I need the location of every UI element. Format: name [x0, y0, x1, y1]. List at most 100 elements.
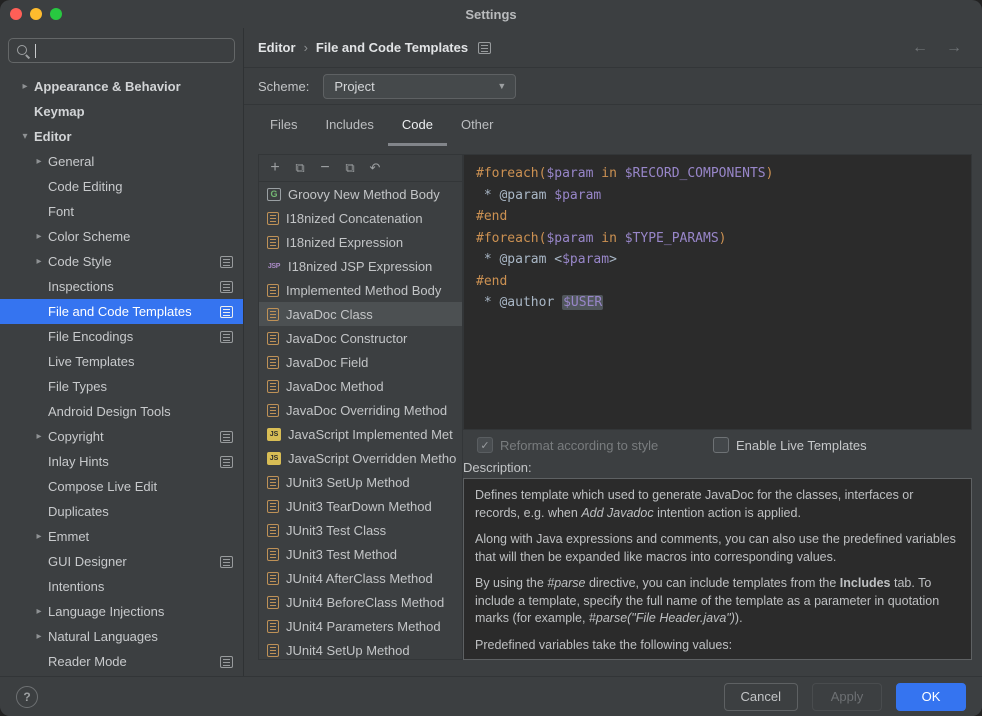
file-template-icon — [267, 476, 279, 489]
chevron-right-icon[interactable]: ▸ — [30, 231, 48, 242]
minimize-button[interactable] — [30, 8, 42, 20]
dialog-footer: ? Cancel Apply OK — [0, 676, 982, 716]
template-item-junit3-test-method[interactable]: JUnit3 Test Method — [259, 542, 462, 566]
reformat-option: ✓ Reformat according to style — [477, 430, 658, 460]
template-item-javadoc-constructor[interactable]: JavaDoc Constructor — [259, 326, 462, 350]
chevron-right-icon[interactable]: ▸ — [30, 431, 48, 442]
chevron-right-icon[interactable]: ▸ — [30, 606, 48, 617]
sidebar-item-keymap[interactable]: Keymap — [0, 99, 243, 124]
sidebar-item-code-editing[interactable]: Code Editing — [0, 174, 243, 199]
template-item-junit4-beforeclass-method[interactable]: JUnit4 BeforeClass Method — [259, 590, 462, 614]
sidebar-item-intentions[interactable]: Intentions — [0, 574, 243, 599]
template-item-groovy-new-method-body[interactable]: GGroovy New Method Body — [259, 182, 462, 206]
chevron-right-icon[interactable]: ▸ — [30, 531, 48, 542]
sidebar-item-file-types[interactable]: File Types — [0, 374, 243, 399]
file-template-icon — [267, 524, 279, 537]
search-input[interactable] — [8, 38, 235, 63]
chevron-right-icon[interactable]: ▸ — [16, 81, 34, 92]
scheme-select[interactable]: Project ▼ — [323, 74, 516, 99]
template-item-javadoc-field[interactable]: JavaDoc Field — [259, 350, 462, 374]
javascript-file-icon: JS — [267, 428, 281, 441]
template-tabs: FilesIncludesCodeOther — [244, 105, 982, 146]
template-item-junit3-test-class[interactable]: JUnit3 Test Class — [259, 518, 462, 542]
sidebar-item-copyright[interactable]: ▸Copyright — [0, 424, 243, 449]
description-paragraph: Along with Java expressions and comments… — [475, 531, 960, 566]
zoom-button[interactable] — [50, 8, 62, 20]
sidebar-item-inlay-hints[interactable]: Inlay Hints — [0, 449, 243, 474]
back-button[interactable]: ← — [912, 39, 928, 57]
breadcrumb-editor[interactable]: Editor — [258, 40, 296, 55]
sidebar-item-file-encodings[interactable]: File Encodings — [0, 324, 243, 349]
sidebar-item-general[interactable]: ▸General — [0, 149, 243, 174]
sidebar-item-emmet[interactable]: ▸Emmet — [0, 524, 243, 549]
chevron-right-icon[interactable]: ▸ — [30, 631, 48, 642]
template-item-junit3-setup-method[interactable]: JUnit3 SetUp Method — [259, 470, 462, 494]
template-item-junit4-parameters-method[interactable]: JUnit4 Parameters Method — [259, 614, 462, 638]
template-item-javadoc-class[interactable]: JavaDoc Class — [259, 302, 462, 326]
chevron-right-icon[interactable]: ▸ — [30, 156, 48, 167]
sidebar-item-language-injections[interactable]: ▸Language Injections — [0, 599, 243, 624]
help-button[interactable]: ? — [16, 686, 38, 708]
templates-content: +⧉−⧉↶ GGroovy New Method BodyI18nized Co… — [244, 146, 982, 676]
sidebar-item-inspections[interactable]: Inspections — [0, 274, 243, 299]
template-item-javadoc-overriding-method[interactable]: JavaDoc Overriding Method — [259, 398, 462, 422]
code-line: #end — [476, 206, 971, 228]
cancel-button[interactable]: Cancel — [724, 683, 798, 711]
sidebar-item-label: Editor — [34, 129, 72, 144]
reset-template-button[interactable]: ↶ — [364, 157, 386, 179]
template-item-javascript-overridden-metho[interactable]: JSJavaScript Overridden Metho — [259, 446, 462, 470]
file-template-icon — [267, 620, 279, 633]
sidebar-item-gui-designer[interactable]: GUI Designer — [0, 549, 243, 574]
template-item-junit4-afterclass-method[interactable]: JUnit4 AfterClass Method — [259, 566, 462, 590]
sidebar-item-color-scheme[interactable]: ▸Color Scheme — [0, 224, 243, 249]
sidebar-item-duplicates[interactable]: Duplicates — [0, 499, 243, 524]
template-item-label: JavaScript Implemented Met — [288, 427, 453, 442]
sidebar-item-appearance-behavior[interactable]: ▸Appearance & Behavior — [0, 74, 243, 99]
sidebar-item-natural-languages[interactable]: ▸Natural Languages — [0, 624, 243, 649]
chevron-right-icon[interactable]: ▸ — [30, 256, 48, 267]
sidebar-item-label: Intentions — [48, 579, 104, 594]
sidebar-item-code-style[interactable]: ▸Code Style — [0, 249, 243, 274]
description-box[interactable]: Defines template which used to generate … — [463, 478, 972, 660]
sidebar-item-font[interactable]: Font — [0, 199, 243, 224]
forward-button[interactable]: → — [946, 39, 962, 57]
template-item-i18nized-jsp-expression[interactable]: JSPI18nized JSP Expression — [259, 254, 462, 278]
sidebar-item-file-and-code-templates[interactable]: File and Code Templates — [0, 299, 243, 324]
template-item-label: I18nized Concatenation — [286, 211, 423, 226]
create-child-template-button[interactable]: ⧉ — [289, 157, 311, 179]
template-item-implemented-method-body[interactable]: Implemented Method Body — [259, 278, 462, 302]
template-item-javascript-implemented-met[interactable]: JS JavaScript Implemented Met — [259, 422, 462, 446]
close-button[interactable] — [10, 8, 22, 20]
template-item-label: JUnit4 BeforeClass Method — [286, 595, 444, 610]
in-editor-help-icon[interactable] — [478, 42, 491, 54]
description-label: Description: — [463, 460, 532, 475]
template-item-label: I18nized JSP Expression — [288, 259, 432, 274]
tab-files[interactable]: Files — [256, 105, 311, 146]
tab-code[interactable]: Code — [388, 105, 447, 146]
template-item-junit4-setup-method[interactable]: JUnit4 SetUp Method — [259, 638, 462, 659]
chevron-down-icon[interactable]: ▾ — [16, 131, 34, 142]
sidebar-item-android-design-tools[interactable]: Android Design Tools — [0, 399, 243, 424]
template-item-javadoc-method[interactable]: JavaDoc Method — [259, 374, 462, 398]
sidebar-item-reader-mode[interactable]: Reader Mode — [0, 649, 243, 674]
copy-template-button[interactable]: ⧉ — [339, 157, 361, 179]
file-template-icon — [267, 332, 279, 345]
tab-includes[interactable]: Includes — [311, 105, 387, 146]
remove-template-button[interactable]: − — [314, 157, 336, 179]
template-item-label: JavaDoc Constructor — [286, 331, 407, 346]
enable-live-templates-checkbox[interactable] — [713, 437, 729, 453]
add-template-button[interactable]: + — [264, 157, 286, 179]
template-list: GGroovy New Method Body I18nized Concaten… — [259, 182, 462, 659]
sidebar-item-live-templates[interactable]: Live Templates — [0, 349, 243, 374]
ok-button[interactable]: OK — [896, 683, 966, 711]
tab-other[interactable]: Other — [447, 105, 508, 146]
sidebar-item-compose-live-edit[interactable]: Compose Live Edit — [0, 474, 243, 499]
template-item-label: JUnit3 Test Class — [286, 523, 386, 538]
sidebar-item-editor[interactable]: ▾Editor — [0, 124, 243, 149]
template-item-junit3-teardown-method[interactable]: JUnit3 TearDown Method — [259, 494, 462, 518]
template-item-i18nized-expression[interactable]: I18nized Expression — [259, 230, 462, 254]
file-template-icon — [267, 500, 279, 513]
traffic-lights — [10, 8, 62, 20]
template-editor[interactable]: #foreach($param in $RECORD_COMPONENTS) *… — [463, 154, 972, 430]
template-item-i18nized-concatenation[interactable]: I18nized Concatenation — [259, 206, 462, 230]
